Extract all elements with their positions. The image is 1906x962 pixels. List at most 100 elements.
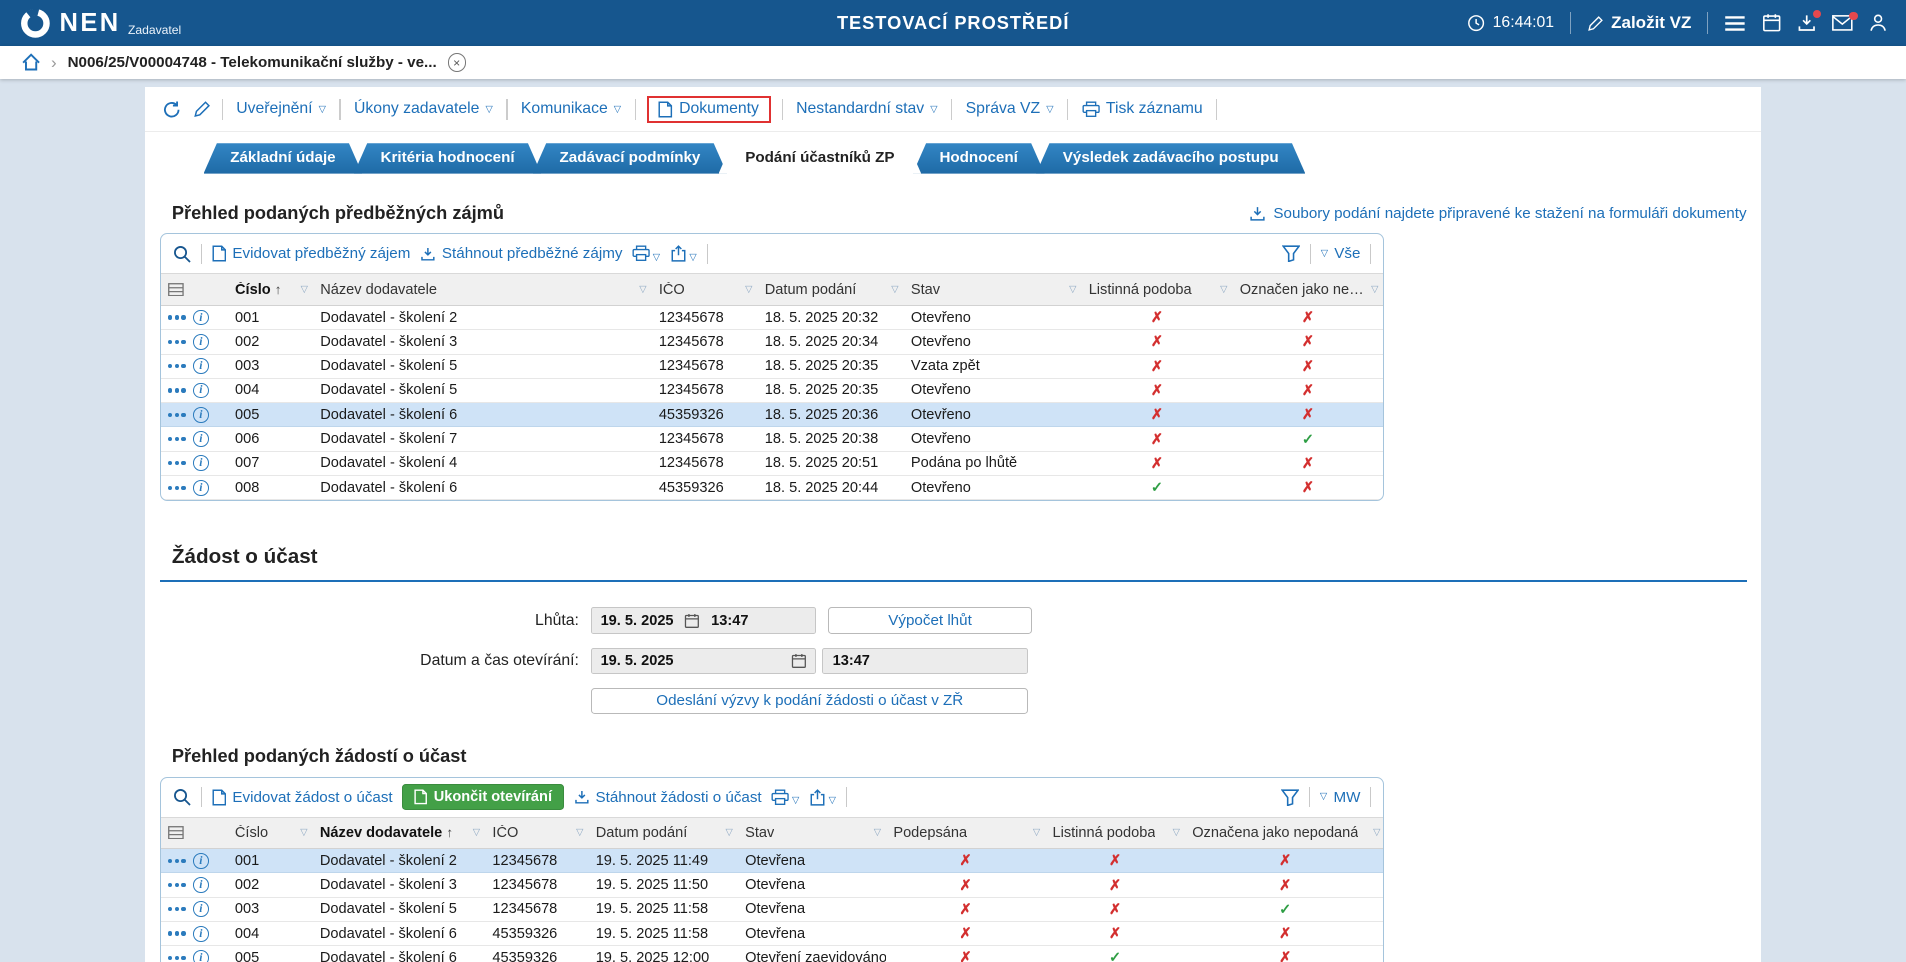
calendar-icon[interactable] bbox=[791, 653, 807, 669]
column-header-listinna-podoba[interactable]: Listinná podoba ▽ bbox=[1081, 273, 1233, 306]
filter-icon[interactable] bbox=[1281, 245, 1301, 263]
table-row[interactable]: i 001 Dodavatel - školení 2 12345678 18. 5. … bbox=[160, 305, 1384, 331]
column-header-nazev-dodavatele[interactable]: Název dodavatele ↑ ▽ bbox=[312, 816, 486, 850]
column-header-cislo[interactable]: Číslo ↑ ▽ bbox=[227, 273, 313, 306]
table-row[interactable]: i 002 Dodavatel - školení 3 12345678 18. 5. … bbox=[160, 329, 1384, 355]
search-icon[interactable] bbox=[173, 788, 191, 806]
row-menu-icon[interactable] bbox=[168, 461, 186, 466]
row-info-icon[interactable]: i bbox=[192, 901, 209, 918]
downloads-button[interactable] bbox=[1797, 9, 1822, 32]
row-info-icon[interactable]: i bbox=[192, 358, 209, 375]
menu-item-komunikace[interactable]: Komunikace ▽ bbox=[518, 98, 623, 121]
register-request-button[interactable]: Evidovat žádost o účast bbox=[212, 789, 393, 806]
user-profile-button[interactable] bbox=[1869, 13, 1887, 32]
menu-item-tisk-zaznamu[interactable]: Tisk záznamu bbox=[1079, 98, 1205, 121]
column-chooser[interactable] bbox=[160, 816, 228, 850]
column-chooser-icon[interactable] bbox=[168, 283, 184, 297]
submission-files-link[interactable]: Soubory podání najdete připravené ke sta… bbox=[1249, 205, 1747, 222]
table-row[interactable]: i 002 Dodavatel - školení 3 12345678 19. 5. … bbox=[160, 872, 1384, 898]
calendar-icon[interactable] bbox=[684, 613, 700, 629]
row-menu-icon[interactable] bbox=[168, 364, 186, 369]
menu-item-uverejneni[interactable]: Uveřejnění ▽ bbox=[234, 98, 329, 121]
row-menu-icon[interactable] bbox=[168, 315, 186, 320]
deadline-datetime-field[interactable]: 19. 5. 2025 13:47 bbox=[591, 607, 816, 635]
row-info-icon[interactable]: i bbox=[192, 382, 209, 399]
row-info-icon[interactable]: i bbox=[192, 877, 209, 893]
calculate-deadlines-button[interactable]: Výpočet lhůt bbox=[827, 607, 1033, 635]
row-menu-icon[interactable] bbox=[168, 412, 186, 417]
tab-zakladni-udaje[interactable]: Základní údaje bbox=[204, 143, 363, 173]
column-chooser-icon[interactable] bbox=[168, 826, 184, 840]
close-record-icon[interactable]: × bbox=[447, 53, 466, 72]
menu-item-ukony-zadavatele[interactable]: Úkony zadavatele ▽ bbox=[352, 98, 496, 121]
column-chooser[interactable] bbox=[160, 273, 228, 306]
row-info-icon[interactable]: i bbox=[192, 309, 209, 326]
tab-podani-ucastniku-zp[interactable]: Podání účastníků ZP bbox=[719, 143, 922, 173]
column-header-ico[interactable]: IČO ▽ bbox=[651, 273, 758, 306]
row-menu-icon[interactable] bbox=[168, 882, 186, 888]
download-requests-button[interactable]: Stáhnout žádosti o účast bbox=[574, 789, 762, 806]
column-filter-icon[interactable]: ▽ bbox=[1220, 284, 1227, 295]
tab-zadavaci-podminky[interactable]: Zadávací podmínky bbox=[533, 143, 727, 173]
row-menu-icon[interactable] bbox=[168, 931, 186, 936]
column-filter-icon[interactable]: ▽ bbox=[726, 827, 733, 838]
view-selector[interactable]: ▽ MW bbox=[1320, 789, 1361, 806]
column-header-podepsana[interactable]: Podepsána ▽ bbox=[886, 816, 1046, 850]
column-filter-icon[interactable]: ▽ bbox=[1371, 284, 1378, 295]
row-menu-icon[interactable] bbox=[168, 339, 186, 344]
column-filter-icon[interactable]: ▽ bbox=[1069, 284, 1076, 295]
opening-date-field[interactable]: 19. 5. 2025 bbox=[591, 647, 816, 675]
print-menu-button[interactable]: ▽ bbox=[771, 789, 800, 806]
column-header-cislo[interactable]: Číslo ▽ bbox=[227, 816, 313, 850]
row-menu-icon[interactable] bbox=[168, 955, 186, 961]
table-row[interactable]: i 006 Dodavatel - školení 7 12345678 18. 5. … bbox=[160, 426, 1384, 452]
table-row[interactable]: i 003 Dodavatel - školení 5 12345678 19. 5. … bbox=[160, 897, 1384, 922]
row-menu-icon[interactable] bbox=[168, 907, 186, 912]
tab-vysledek-zadavaciho-postupu[interactable]: Výsledek zadávacího postupu bbox=[1036, 143, 1305, 173]
menu-item-sprava-vz[interactable]: Správa VZ ▽ bbox=[963, 98, 1056, 121]
print-menu-button[interactable]: ▽ bbox=[632, 245, 660, 262]
column-filter-icon[interactable]: ▽ bbox=[1033, 827, 1040, 838]
column-header-nazev-dodavatele[interactable]: Název dodavatele ▽ bbox=[312, 273, 652, 306]
column-filter-icon[interactable]: ▽ bbox=[576, 827, 583, 838]
filter-icon[interactable] bbox=[1281, 788, 1300, 806]
column-filter-icon[interactable]: ▽ bbox=[301, 284, 308, 295]
row-menu-icon[interactable] bbox=[168, 485, 186, 490]
history-button[interactable] bbox=[162, 100, 181, 119]
export-menu-button[interactable]: ▽ bbox=[670, 245, 697, 262]
main-menu-button[interactable] bbox=[1724, 15, 1746, 32]
row-info-icon[interactable]: i bbox=[192, 431, 209, 447]
home-button[interactable] bbox=[22, 53, 40, 71]
messages-button[interactable] bbox=[1832, 11, 1858, 31]
column-header-listinna-podoba[interactable]: Listinná podoba ▽ bbox=[1045, 816, 1185, 850]
finish-opening-button[interactable]: Ukončit otevírání bbox=[402, 784, 564, 810]
table-row[interactable]: i 005 Dodavatel - školení 6 45359326 18. 5. … bbox=[160, 402, 1384, 428]
column-header-stav[interactable]: Stav ▽ bbox=[737, 816, 887, 850]
opening-time-field[interactable]: 13:47 bbox=[821, 647, 1029, 675]
register-preliminary-interest-button[interactable]: Evidovat předběžný zájem bbox=[212, 245, 410, 262]
calendar-button[interactable] bbox=[1762, 13, 1781, 32]
table-row[interactable]: i 008 Dodavatel - školení 6 45359326 18. 5. … bbox=[160, 475, 1384, 501]
edit-button[interactable] bbox=[193, 100, 211, 118]
table-row[interactable]: i 001 Dodavatel - školení 2 12345678 19. 5. … bbox=[160, 848, 1384, 874]
column-header-datum-podani[interactable]: Datum podání ▽ bbox=[757, 273, 904, 306]
column-header-ico[interactable]: IČO ▽ bbox=[485, 816, 589, 850]
download-preliminary-interests-button[interactable]: Stáhnout předběžné zájmy bbox=[420, 245, 622, 262]
create-vz-button[interactable]: Založit VZ bbox=[1587, 13, 1691, 33]
menu-item-dokumenty[interactable]: Dokumenty bbox=[646, 95, 771, 123]
row-info-icon[interactable]: i bbox=[192, 455, 209, 472]
row-menu-icon[interactable] bbox=[168, 436, 186, 442]
column-filter-icon[interactable]: ▽ bbox=[1173, 827, 1180, 838]
row-info-icon[interactable]: i bbox=[192, 852, 209, 869]
view-selector[interactable]: ▽ Vše bbox=[1321, 245, 1361, 262]
column-header-stav[interactable]: Stav ▽ bbox=[903, 273, 1082, 306]
row-info-icon[interactable]: i bbox=[192, 925, 209, 942]
export-menu-button[interactable]: ▽ bbox=[809, 788, 836, 806]
tab-hodnoceni[interactable]: Hodnocení bbox=[913, 143, 1045, 173]
column-filter-icon[interactable]: ▽ bbox=[473, 827, 480, 838]
column-filter-icon[interactable]: ▽ bbox=[891, 284, 898, 295]
column-filter-icon[interactable]: ▽ bbox=[874, 827, 881, 838]
nen-logo[interactable]: NEN Zadavatel bbox=[19, 7, 181, 40]
table-row[interactable]: i 007 Dodavatel - školení 4 12345678 18. 5. … bbox=[160, 451, 1384, 476]
row-info-icon[interactable]: i bbox=[192, 333, 209, 350]
